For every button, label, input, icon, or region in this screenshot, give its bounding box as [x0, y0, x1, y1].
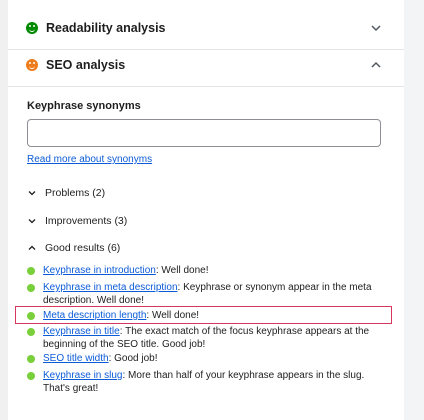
good-result-bullet-icon [27, 328, 35, 336]
problems-toggle[interactable]: Problems (2) [27, 187, 105, 199]
result-text: : Well done! [155, 265, 209, 276]
result-item: Keyphrase in meta description: Keyphrase… [27, 281, 377, 307]
good-result-bullet-icon [27, 355, 35, 363]
result-link[interactable]: Keyphrase in slug [43, 370, 123, 381]
smiley-good-icon [26, 21, 38, 34]
good-results-label: Good results (6) [45, 242, 121, 254]
good-result-bullet-icon [27, 372, 35, 380]
result-item: SEO title width: Good job! [27, 352, 377, 365]
result-text: : Good job! [108, 353, 158, 364]
chevron-up-icon[interactable] [370, 59, 382, 71]
result-link[interactable]: Keyphrase in meta description [43, 282, 178, 293]
improvements-label: Improvements (3) [45, 215, 128, 227]
result-link[interactable]: Keyphrase in introduction [43, 265, 156, 276]
smiley-ok-icon [26, 58, 38, 71]
read-more-synonyms-link[interactable]: Read more about synonyms [27, 154, 152, 165]
result-link[interactable]: Keyphrase in title [43, 326, 120, 337]
result-item: Keyphrase in slug: More than half of you… [27, 369, 377, 395]
improvements-toggle[interactable]: Improvements (3) [27, 215, 127, 227]
highlight-box [15, 306, 392, 324]
chevron-up-icon [28, 245, 36, 250]
seo-analysis-header[interactable]: SEO analysis [8, 43, 404, 87]
analysis-panel: Readability analysis SEO analysis Keyphr… [8, 0, 404, 420]
chevron-down-icon [28, 191, 36, 196]
result-link[interactable]: SEO title width [43, 353, 109, 364]
keyphrase-synonyms-input[interactable] [27, 119, 381, 147]
good-result-bullet-icon [27, 284, 35, 292]
good-results-toggle[interactable]: Good results (6) [27, 242, 120, 254]
seo-analysis-title: SEO analysis [46, 57, 126, 72]
chevron-down-icon [28, 219, 36, 224]
right-gutter [404, 0, 424, 420]
keyphrase-synonyms-label: Keyphrase synonyms [27, 100, 141, 112]
result-item: Keyphrase in introduction: Well done! [27, 264, 377, 277]
result-item: Keyphrase in title: The exact match of t… [27, 325, 377, 351]
chevron-down-icon[interactable] [370, 22, 382, 34]
good-result-bullet-icon [27, 267, 35, 275]
readability-analysis-title: Readability analysis [46, 20, 166, 35]
problems-label: Problems (2) [45, 187, 106, 199]
